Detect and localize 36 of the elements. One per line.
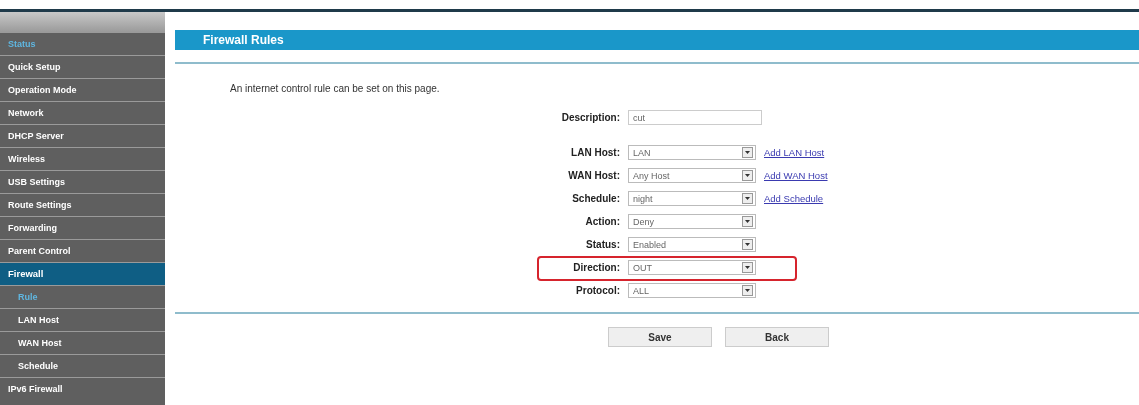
dropdown[interactable]: Any Host: [628, 168, 756, 183]
add-link[interactable]: Add WAN Host: [764, 170, 828, 181]
sidebar-item[interactable]: Network: [0, 101, 165, 124]
sidebar-item[interactable]: Schedule: [0, 354, 165, 377]
sidebar-item[interactable]: Firewall: [0, 262, 165, 285]
sidebar-item[interactable]: USB Settings: [0, 170, 165, 193]
dropdown[interactable]: Deny: [628, 214, 756, 229]
save-button[interactable]: Save: [608, 327, 712, 347]
field-label: Description:: [560, 112, 621, 123]
dropdown[interactable]: ALL: [628, 283, 756, 298]
field-label: WAN Host:: [567, 170, 621, 181]
intro-text: An internet control rule can be set on this page.: [230, 83, 441, 94]
back-button[interactable]: Back: [725, 327, 829, 347]
sidebar-item[interactable]: Operation Mode: [0, 78, 165, 101]
sidebar-item[interactable]: LAN Host: [0, 308, 165, 331]
field-label: Schedule:: [571, 193, 621, 204]
page-title: Firewall Rules: [203, 33, 284, 47]
dropdown[interactable]: OUT: [628, 260, 756, 275]
sidebar-item[interactable]: Forwarding: [0, 216, 165, 239]
field-label: Protocol:: [575, 285, 621, 296]
sidebar-item[interactable]: Quick Setup: [0, 55, 165, 78]
sidebar-item[interactable]: Wireless: [0, 147, 165, 170]
sidebar-item[interactable]: Route Settings: [0, 193, 165, 216]
dropdown[interactable]: night: [628, 191, 756, 206]
field-label: Direction:: [572, 262, 621, 273]
field-label: Action:: [584, 216, 621, 227]
add-link[interactable]: Add LAN Host: [764, 147, 825, 158]
dropdown[interactable]: Enabled: [628, 237, 756, 252]
sidebar-item[interactable]: DHCP Server: [0, 124, 165, 147]
dropdown[interactable]: LAN: [628, 145, 756, 160]
add-link[interactable]: Add Schedule: [764, 193, 824, 204]
field-label: LAN Host:: [570, 147, 621, 158]
sidebar-item[interactable]: IPv6 Firewall: [0, 377, 165, 400]
description-field[interactable]: cut: [628, 110, 762, 125]
sidebar-item[interactable]: WAN Host: [0, 331, 165, 354]
field-label: Status:: [585, 239, 621, 250]
